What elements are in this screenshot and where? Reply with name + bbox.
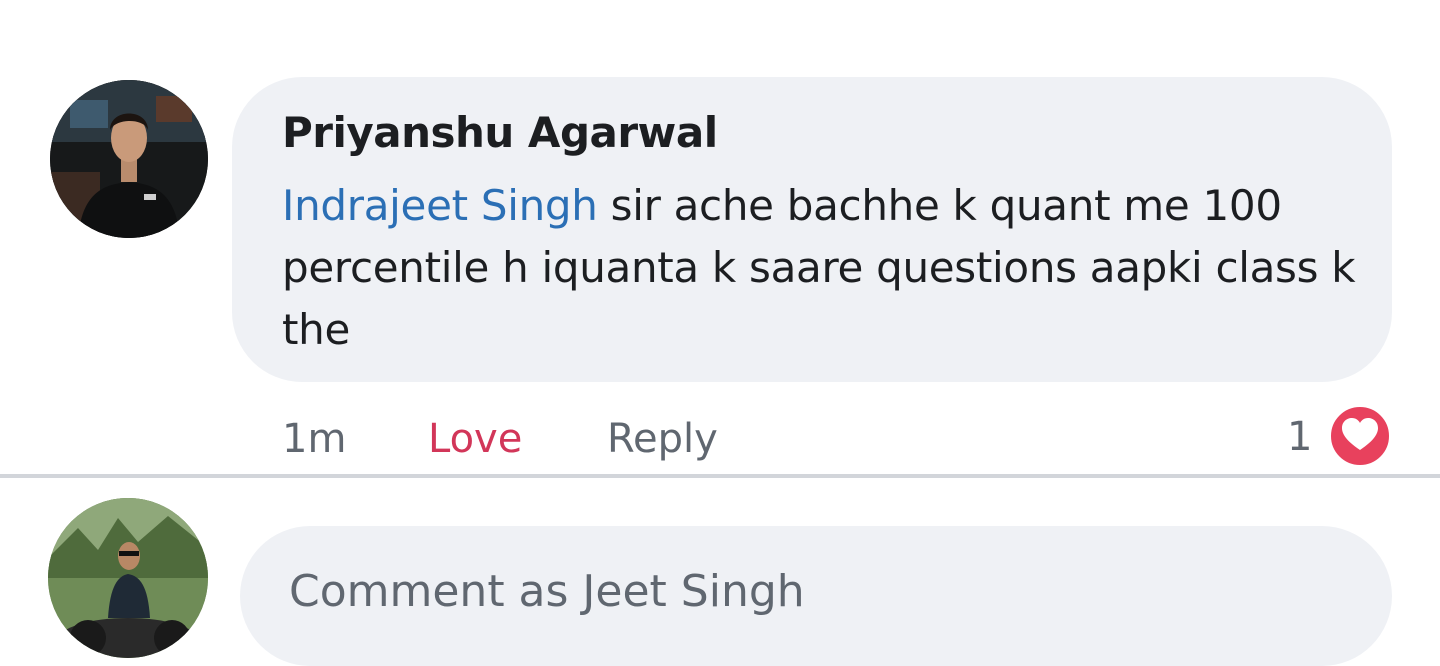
comment-input-placeholder: Comment as Jeet Singh xyxy=(289,566,805,617)
comment-author-name[interactable]: Priyanshu Agarwal xyxy=(282,107,718,159)
comment-bubble: Priyanshu Agarwal Indrajeet Singh sir ac… xyxy=(232,77,1392,382)
comment-input[interactable]: Comment as Jeet Singh xyxy=(240,526,1392,666)
user-avatar[interactable] xyxy=(48,498,208,658)
reaction-count[interactable]: 1 xyxy=(1287,412,1312,462)
love-button[interactable]: Love xyxy=(428,414,522,464)
comment-text: Indrajeet Singh sir ache bachhe k quant … xyxy=(282,175,1362,361)
mention-link[interactable]: Indrajeet Singh xyxy=(282,181,598,230)
reply-button[interactable]: Reply xyxy=(607,414,718,464)
heart-icon[interactable] xyxy=(1328,404,1392,468)
comment-timestamp: 1m xyxy=(282,416,347,462)
divider xyxy=(0,474,1440,478)
commenter-avatar[interactable] xyxy=(50,80,208,238)
